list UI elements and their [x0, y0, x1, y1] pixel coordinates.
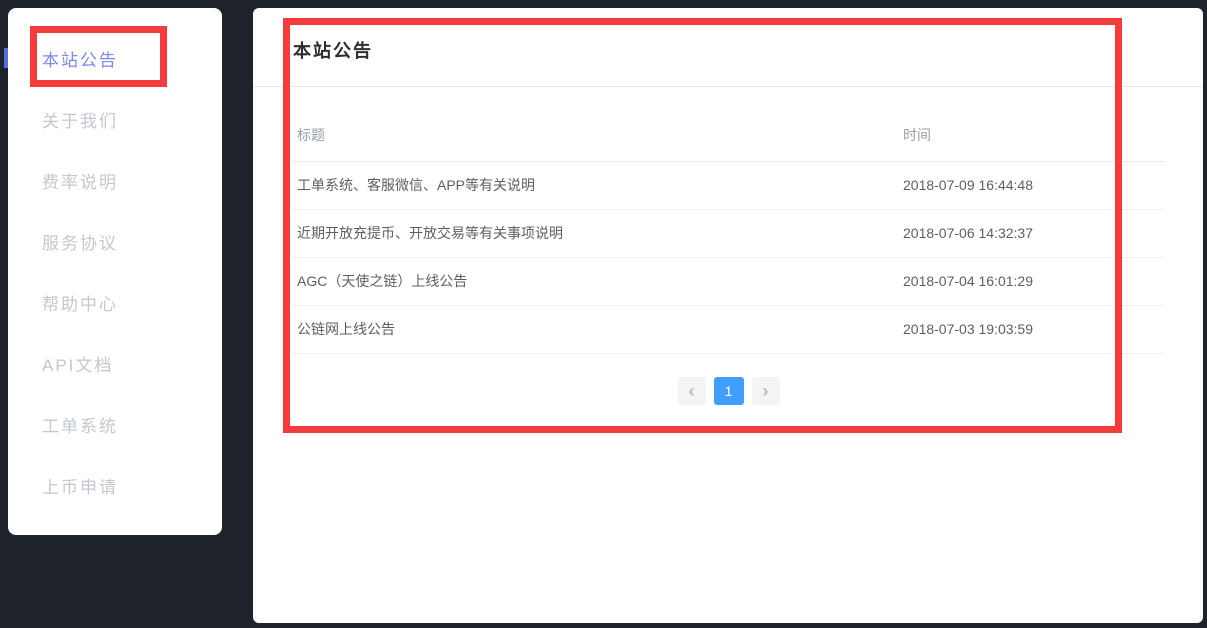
sidebar-item-service-agreement[interactable]: 服务协议 — [8, 213, 222, 274]
sidebar-item-about-us[interactable]: 关于我们 — [8, 91, 222, 152]
sidebar-item-ticket-system[interactable]: 工单系统 — [8, 396, 222, 457]
sidebar-item-coin-listing[interactable]: 上币申请 — [8, 457, 222, 518]
pagination-next-button[interactable]: › — [752, 377, 780, 405]
column-header-time: 时间 — [903, 110, 1165, 161]
announcement-time: 2018-07-04 16:01:29 — [903, 258, 1165, 305]
announcement-time: 2018-07-03 19:03:59 — [903, 306, 1165, 353]
table-row[interactable]: AGC（天使之链）上线公告 2018-07-04 16:01:29 — [292, 258, 1165, 306]
pagination-page-1-button[interactable]: 1 — [714, 377, 744, 405]
sidebar: 本站公告 关于我们 费率说明 服务协议 帮助中心 API文档 工单系统 上币申请 — [8, 8, 222, 535]
announcements-table: 标题 时间 工单系统、客服微信、APP等有关说明 2018-07-09 16:4… — [292, 110, 1165, 405]
table-header-row: 标题 时间 — [292, 110, 1165, 162]
chevron-left-icon: ‹ — [689, 381, 695, 402]
content-card: 本站公告 标题 时间 工单系统、客服微信、APP等有关说明 2018-07-09… — [253, 8, 1203, 623]
sidebar-item-api-docs[interactable]: API文档 — [8, 335, 222, 396]
announcement-title: 近期开放充提币、开放交易等有关事项说明 — [292, 210, 903, 257]
announcement-title: 公链网上线公告 — [292, 306, 903, 353]
announcement-title: AGC（天使之链）上线公告 — [292, 258, 903, 305]
table-row[interactable]: 近期开放充提币、开放交易等有关事项说明 2018-07-06 14:32:37 — [292, 210, 1165, 258]
sidebar-item-fee-schedule[interactable]: 费率说明 — [8, 152, 222, 213]
pagination-prev-button[interactable]: ‹ — [678, 377, 706, 405]
announcement-time: 2018-07-06 14:32:37 — [903, 210, 1165, 257]
sidebar-nav: 本站公告 关于我们 费率说明 服务协议 帮助中心 API文档 工单系统 上币申请 — [8, 8, 222, 518]
pagination: ‹ 1 › — [292, 377, 1165, 405]
sidebar-item-announcements[interactable]: 本站公告 — [8, 30, 222, 91]
title-divider — [253, 86, 1203, 87]
sidebar-item-help-center[interactable]: 帮助中心 — [8, 274, 222, 335]
announcement-title: 工单系统、客服微信、APP等有关说明 — [292, 162, 903, 209]
column-header-title: 标题 — [292, 110, 903, 161]
table-row[interactable]: 公链网上线公告 2018-07-03 19:03:59 — [292, 306, 1165, 354]
table-row[interactable]: 工单系统、客服微信、APP等有关说明 2018-07-09 16:44:48 — [292, 162, 1165, 210]
chevron-right-icon: › — [763, 381, 769, 402]
page-title: 本站公告 — [293, 37, 373, 63]
announcement-time: 2018-07-09 16:44:48 — [903, 162, 1165, 209]
